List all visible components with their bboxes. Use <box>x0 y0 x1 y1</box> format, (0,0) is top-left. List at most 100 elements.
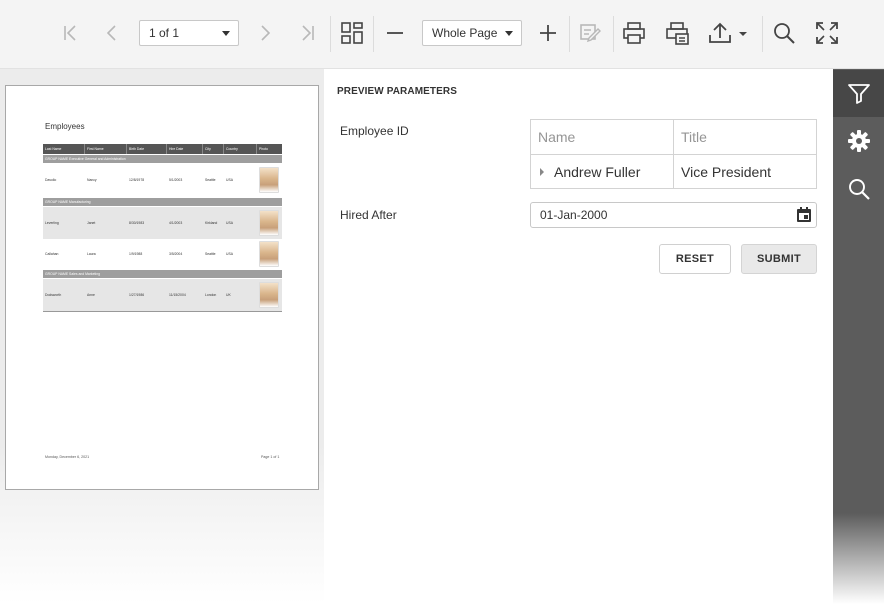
lookup-header-title: Title <box>681 129 707 145</box>
submit-button[interactable]: SUBMIT <box>741 244 817 274</box>
filter-icon <box>847 83 870 104</box>
hired-after-date-input[interactable]: 01-Jan-2000 <box>530 202 817 228</box>
toolbar-separator <box>373 16 374 52</box>
editing-fields-button[interactable] <box>575 17 607 49</box>
next-page-icon <box>261 25 271 41</box>
zoom-in-icon <box>540 25 556 41</box>
first-page-icon <box>64 25 76 41</box>
page-selector-value: 1 of 1 <box>149 26 180 40</box>
report-cell: UK <box>226 293 231 297</box>
report-column-header: Birth Date <box>127 144 167 154</box>
report-cell: USA <box>226 178 233 182</box>
toolbar-separator <box>762 16 763 52</box>
report-group-header: GROUP NAME Manufacturing <box>43 198 282 206</box>
toolbar-separator <box>569 16 570 52</box>
export-button[interactable] <box>706 17 750 49</box>
zoom-in-button[interactable] <box>532 17 564 49</box>
previous-page-button[interactable] <box>96 17 128 49</box>
report-cell: 11/15/2004 <box>169 293 186 297</box>
print-page-button[interactable] <box>662 17 694 49</box>
report-cell: 8/30/1983 <box>129 221 145 225</box>
expand-arrow-icon[interactable] <box>538 167 546 177</box>
lookup-name-value: Andrew Fuller <box>554 164 641 180</box>
search-button[interactable] <box>768 17 800 49</box>
multipage-button[interactable] <box>336 17 368 49</box>
first-page-button[interactable] <box>54 17 86 49</box>
employee-photo <box>259 210 279 236</box>
report-cell: London <box>205 293 217 297</box>
report-column-header: Last Name <box>43 144 85 154</box>
report-cell: Davolio <box>45 178 57 182</box>
export-icon <box>709 22 747 43</box>
parameters-tab-button[interactable] <box>833 70 884 117</box>
fullscreen-icon <box>816 22 838 44</box>
report-column-header: Photo <box>259 147 268 151</box>
toolbar-separator <box>613 16 614 52</box>
employee-photo <box>259 241 279 267</box>
report-cell: 1/27/1986 <box>129 293 145 297</box>
report-cell: Janet <box>87 221 96 225</box>
report-title: Employees <box>45 122 85 131</box>
report-row: Dodsworth Anne 1/27/1986 11/15/2004 Lond… <box>43 279 282 312</box>
report-group-header: GROUP NAME Executive General and Adminis… <box>43 155 282 163</box>
report-cell: Callahan <box>45 252 59 256</box>
last-page-icon <box>302 25 314 41</box>
report-row: Davolio Nancy 12/8/1978 5/1/2003 Seattle… <box>43 164 282 196</box>
editing-fields-icon <box>580 24 601 43</box>
report-column-header: First Name <box>85 144 127 154</box>
zoom-out-button[interactable] <box>379 17 411 49</box>
report-column-header: Country <box>224 144 257 154</box>
next-page-button[interactable] <box>249 17 281 49</box>
report-footer-page: Page 1 of 1 <box>261 455 280 459</box>
panel-title: PREVIEW PARAMETERS <box>337 86 457 97</box>
page-selector[interactable]: 1 of 1 <box>139 20 239 46</box>
previous-page-icon <box>106 25 116 41</box>
zoom-out-icon <box>387 32 403 34</box>
lookup-cell-title: Vice President <box>681 164 772 180</box>
document-preview[interactable]: Employees Last Name First Name Birth Dat… <box>0 69 324 604</box>
report-footer-date: Monday, December 6, 2021 <box>45 455 90 459</box>
last-page-button[interactable] <box>292 17 324 49</box>
zoom-selector[interactable]: Whole Page <box>422 20 522 46</box>
search-icon <box>848 178 870 200</box>
search-tab-button[interactable] <box>833 165 884 212</box>
employee-photo <box>259 282 279 308</box>
lookup-row[interactable]: Andrew Fuller Vice President <box>531 155 816 189</box>
gear-icon <box>847 129 870 152</box>
report-cell: 3/5/2004 <box>169 252 183 256</box>
report-cell: Kirkland <box>205 221 218 225</box>
report-cell: Nancy <box>87 178 97 182</box>
report-row: Leverling Janet 8/30/1983 4/1/2003 Kirkl… <box>43 207 282 239</box>
hired-after-value: 01-Jan-2000 <box>540 208 608 222</box>
report-cell: 12/8/1978 <box>129 178 145 182</box>
multipage-icon <box>341 22 363 44</box>
fullscreen-button[interactable] <box>811 17 843 49</box>
employee-photo <box>259 167 279 193</box>
report-row: Callahan Laura 1/9/1988 3/5/2004 Seattle… <box>43 239 282 269</box>
reset-button[interactable]: RESET <box>659 244 731 274</box>
report-cell: 5/1/2003 <box>169 178 183 182</box>
report-cell: Leverling <box>45 221 59 225</box>
search-icon <box>774 23 795 44</box>
lookup-cell-name: Andrew Fuller <box>531 155 674 189</box>
print-button[interactable] <box>618 17 650 49</box>
lookup-header-row: Name Title <box>531 120 816 155</box>
report-column-header: Hire Date <box>167 144 203 154</box>
calendar-icon[interactable] <box>796 207 812 223</box>
report-column-headers: Last Name First Name Birth Date Hire Dat… <box>43 144 282 154</box>
report-cell: 1/9/1988 <box>129 252 143 256</box>
lookup-header-name: Name <box>531 120 674 154</box>
toolbar: 1 of 1 Whole Page <box>0 0 884 69</box>
report-cell: 4/1/2003 <box>169 221 183 225</box>
right-tab-bar <box>833 69 884 604</box>
report-cell: Anne <box>87 293 95 297</box>
report-cell: Laura <box>87 252 96 256</box>
properties-tab-button[interactable] <box>833 117 884 164</box>
toolbar-separator <box>330 16 331 52</box>
employee-id-lookup[interactable]: Name Title Andrew Fuller Vice President <box>530 119 817 189</box>
report-cell: Seattle <box>205 178 216 182</box>
print-icon <box>623 22 645 44</box>
report-cell: USA <box>226 221 233 225</box>
report-cell: Dodsworth <box>45 293 62 297</box>
employee-id-label: Employee ID <box>340 124 409 138</box>
